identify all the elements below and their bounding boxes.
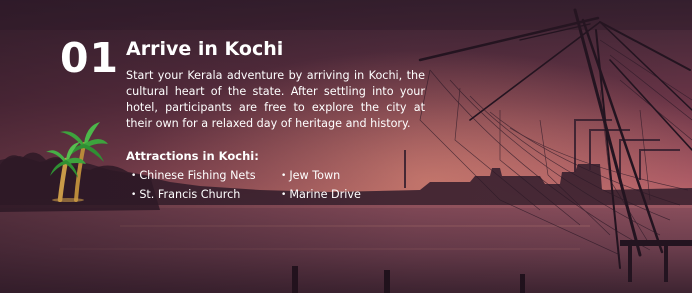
attractions-list: Chinese Fishing Nets Jew Town St. Franci…	[131, 169, 391, 201]
day-title: Arrive in Kochi	[126, 38, 284, 60]
attractions-heading: Attractions in Kochi:	[126, 149, 259, 163]
attraction-item: Chinese Fishing Nets	[131, 169, 281, 182]
itinerary-day-card: 01 Arrive in Kochi Start your Kerala adv…	[0, 0, 692, 293]
attraction-item: Marine Drive	[281, 188, 391, 201]
day-description: Start your Kerala adventure by arriving …	[126, 69, 425, 130]
palm-trees-icon	[46, 122, 108, 202]
attraction-item: Jew Town	[281, 169, 391, 182]
day-number: 01	[60, 34, 120, 82]
attraction-item: St. Francis Church	[131, 188, 281, 201]
